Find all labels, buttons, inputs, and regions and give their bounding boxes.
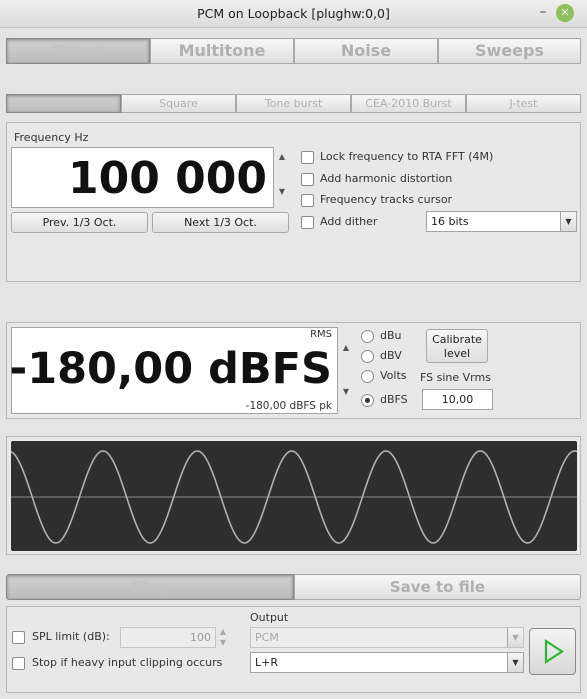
frequency-down-icon[interactable]: ▼ (275, 187, 289, 196)
peak-level: -180,00 dBFS pk (245, 400, 332, 412)
tab-multitone[interactable]: Multitone (150, 38, 294, 64)
spl-limit-value: 100 (190, 631, 211, 644)
add-harmonic-checkbox[interactable] (301, 173, 314, 186)
spl-limit-label: SPL limit (dB): (32, 630, 110, 643)
output-label: Output (250, 611, 289, 624)
frequency-up-icon[interactable]: ▲ (275, 152, 289, 161)
stop-clipping-checkbox[interactable] (12, 657, 25, 670)
level-up-icon[interactable]: ▲ (339, 343, 353, 352)
frequency-input[interactable]: 100 000 (11, 147, 274, 208)
unit-dbu-label: dBu (380, 329, 402, 342)
unit-volts-label: Volts (380, 369, 407, 382)
subtab-square[interactable]: Square (121, 94, 236, 113)
subtab-j-test[interactable]: J-test (466, 94, 581, 113)
subtab-tone-burst[interactable]: Tone burst (236, 94, 351, 113)
tracks-cursor-checkbox[interactable] (301, 194, 314, 207)
bottom-panel (6, 606, 581, 693)
level-down-icon[interactable]: ▼ (339, 387, 353, 396)
lock-frequency-label: Lock frequency to RTA FFT (4M) (320, 150, 494, 163)
unit-dbfs-label: dBFS (380, 393, 408, 406)
window-title: PCM on Loopback [plughw:0,0] (197, 6, 390, 21)
add-dither-checkbox[interactable] (301, 216, 314, 229)
stop-clipping-label: Stop if heavy input clipping occurs (32, 656, 223, 669)
frequency-label: Frequency Hz (14, 131, 89, 144)
rms-label: RMS (310, 329, 332, 340)
unit-dbv-label: dBV (380, 349, 402, 362)
waveform-display (11, 441, 577, 551)
close-icon[interactable]: ✕ (556, 4, 574, 22)
chevron-down-icon: ▼ (560, 212, 576, 231)
play-icon (544, 638, 565, 665)
play-button[interactable]: Play (6, 574, 294, 600)
lock-frequency-checkbox[interactable] (301, 151, 314, 164)
output-channels-select[interactable]: L+R ▼ (250, 652, 524, 673)
tracks-cursor-label: Frequency tracks cursor (320, 193, 453, 206)
subtab-cea-2010-burst[interactable]: CEA-2010 Burst (351, 94, 466, 113)
add-dither-label: Add dither (320, 215, 378, 228)
tab-noise[interactable]: Noise (294, 38, 438, 64)
fs-sine-input[interactable]: 10,00 (422, 389, 493, 410)
dither-bits-select[interactable]: 16 bits ▼ (426, 211, 577, 232)
calibrate-level-button[interactable]: Calibrate level (426, 329, 488, 363)
unit-dbv-radio[interactable] (361, 350, 374, 363)
tab-sweeps[interactable]: Sweeps (438, 38, 581, 64)
chevron-down-icon: ▼ (507, 653, 523, 672)
unit-volts-radio[interactable] (361, 370, 374, 383)
subtab-sine[interactable]: Sine (6, 94, 121, 113)
start-button[interactable] (529, 628, 576, 675)
save-to-file-button[interactable]: Save to file (294, 574, 581, 600)
spl-up-icon[interactable]: ▲ (216, 627, 230, 636)
prev-third-octave-button[interactable]: Prev. 1/3 Oct. (11, 212, 148, 233)
frequency-value: 100 000 (67, 153, 267, 204)
output-device-value: PCM (255, 631, 279, 644)
minimize-icon[interactable]: – (534, 4, 552, 22)
tab-tones[interactable]: Tones (6, 38, 150, 64)
spl-down-icon[interactable]: ▼ (216, 638, 230, 647)
unit-dbfs-radio[interactable] (361, 394, 374, 407)
chevron-down-icon: ▼ (507, 628, 523, 647)
dither-bits-value: 16 bits (431, 215, 469, 228)
add-harmonic-label: Add harmonic distortion (320, 172, 453, 185)
unit-dbu-radio[interactable] (361, 330, 374, 343)
fs-sine-value: 10,00 (441, 393, 474, 406)
level-input[interactable]: RMS -180,00 dBFS -180,00 dBFS pk (9, 327, 338, 414)
output-device-select[interactable]: PCM ▼ (250, 627, 524, 648)
spl-limit-input[interactable]: 100 (120, 627, 216, 648)
spl-limit-checkbox[interactable] (12, 631, 25, 644)
output-channels-value: L+R (255, 656, 278, 669)
level-value: -180,00 dBFS (9, 344, 332, 394)
fs-sine-label: FS sine Vrms (420, 371, 491, 384)
next-third-octave-button[interactable]: Next 1/3 Oct. (152, 212, 289, 233)
waveform-background (11, 441, 577, 551)
